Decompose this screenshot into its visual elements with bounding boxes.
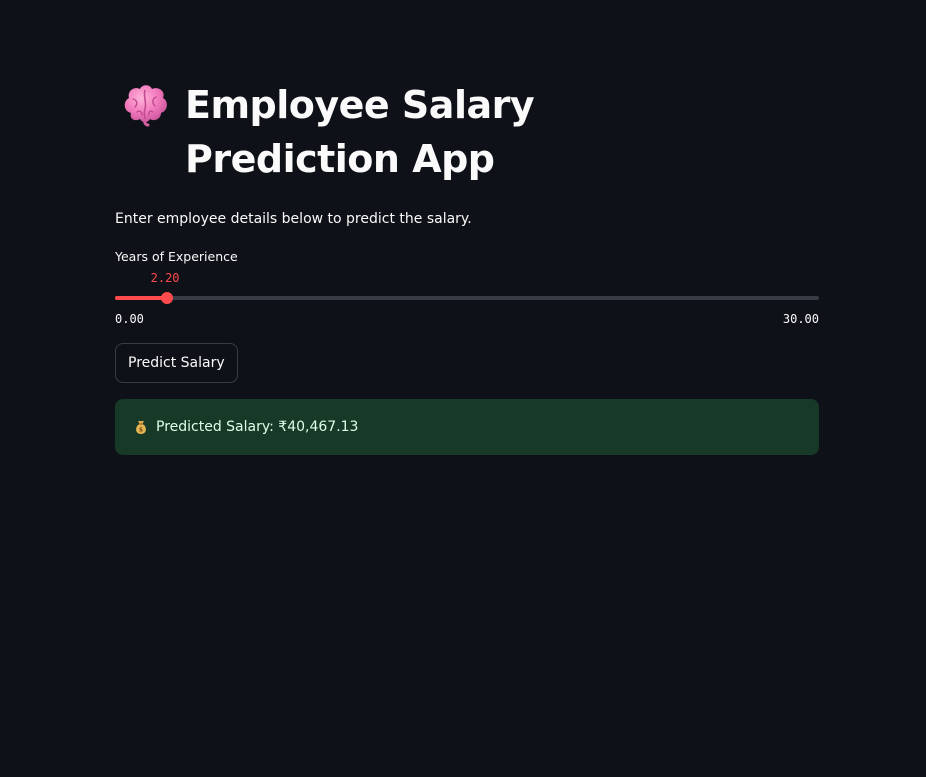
prediction-result-alert: $ Predicted Salary: ₹40,467.13 — [115, 399, 819, 455]
experience-slider[interactable]: 2.20 0.00 30.00 — [115, 269, 819, 326]
page-title: Employee Salary Prediction App — [115, 78, 755, 186]
prediction-result-text: Predicted Salary: ₹40,467.13 — [156, 419, 359, 435]
slider-max-label: 30.00 — [782, 312, 819, 326]
svg-text:$: $ — [139, 427, 143, 434]
slider-min-label: 0.00 — [115, 312, 144, 326]
brain-icon — [124, 85, 167, 127]
slider-track-fill — [115, 296, 167, 300]
page-title-text: Employee Salary Prediction App — [185, 83, 535, 181]
predict-salary-button[interactable]: Predict Salary — [115, 343, 238, 383]
slider-label: Years of Experience — [115, 249, 238, 264]
moneybag-icon: $ — [136, 421, 146, 434]
page-subtitle: Enter employee details below to predict … — [115, 211, 472, 227]
slider-thumb[interactable] — [160, 292, 173, 304]
main-content: Employee Salary Prediction App Enter emp… — [115, 78, 819, 455]
slider-value: 2.20 — [150, 271, 180, 285]
slider-track[interactable] — [115, 296, 819, 300]
